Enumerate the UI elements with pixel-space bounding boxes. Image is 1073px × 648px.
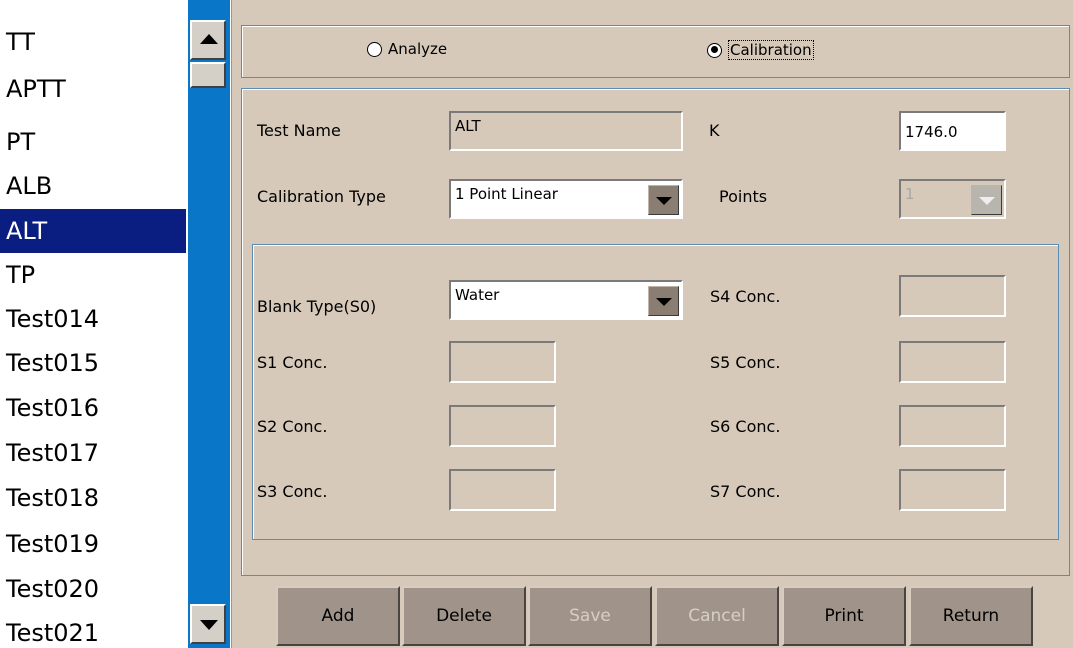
arrow-down-icon: [200, 620, 218, 630]
list-item-aptt[interactable]: APTT: [0, 67, 186, 111]
test-name-field: ALT: [449, 111, 683, 151]
radio-checked-icon: [707, 42, 722, 58]
list-item-test016[interactable]: Test016: [0, 386, 186, 430]
blank-type-select[interactable]: Water: [449, 280, 683, 320]
scroll-down-button[interactable]: [190, 604, 226, 644]
calibration-radio[interactable]: Calibration: [707, 40, 814, 60]
standards-panel: Blank Type(S0) Water S1 Conc. S2 Conc. S…: [252, 244, 1059, 540]
k-input[interactable]: 1746.0: [899, 111, 1006, 151]
list-scrollbar[interactable]: [188, 0, 230, 648]
list-item-tp[interactable]: TP: [0, 253, 186, 297]
points-value: 1: [905, 185, 915, 203]
k-label: K: [709, 121, 720, 140]
points-select: 1: [899, 179, 1006, 219]
dropdown-arrow-icon[interactable]: [648, 185, 679, 215]
s4-conc-input[interactable]: [899, 275, 1006, 317]
save-button[interactable]: Save: [528, 586, 652, 646]
analyze-radio[interactable]: Analyze: [367, 40, 447, 58]
scrollbar-thumb[interactable]: [190, 62, 226, 88]
points-label: Points: [719, 187, 768, 206]
list-item-test021[interactable]: Test021: [0, 611, 186, 648]
list-item-tt[interactable]: TT: [0, 20, 186, 64]
scroll-up-button[interactable]: [190, 20, 226, 60]
cancel-button[interactable]: Cancel: [655, 586, 779, 646]
calibration-type-select[interactable]: 1 Point Linear: [449, 179, 683, 219]
s1-conc-input[interactable]: [449, 341, 556, 383]
list-item-alb[interactable]: ALB: [0, 164, 186, 208]
mode-panel: Analyze Calibration: [241, 25, 1070, 78]
s2-conc-input[interactable]: [449, 405, 556, 447]
s5-conc-input[interactable]: [899, 341, 1006, 383]
list-item-test017[interactable]: Test017: [0, 431, 186, 475]
print-button[interactable]: Print: [782, 586, 906, 646]
arrow-up-icon: [200, 34, 218, 44]
test-name-label: Test Name: [257, 121, 341, 140]
calibration-type-value: 1 Point Linear: [455, 185, 558, 203]
s6-conc-input[interactable]: [899, 405, 1006, 447]
add-button[interactable]: Add: [276, 586, 400, 646]
s2-conc-label: S2 Conc.: [257, 417, 328, 436]
list-item-test018[interactable]: Test018: [0, 476, 186, 520]
dropdown-arrow-icon[interactable]: [648, 286, 679, 316]
list-item-test019[interactable]: Test019: [0, 522, 186, 566]
analyze-radio-label: Analyze: [388, 40, 448, 58]
s5-conc-label: S5 Conc.: [710, 353, 781, 372]
list-item-alt-selected[interactable]: ALT: [0, 209, 186, 253]
s7-conc-input[interactable]: [899, 469, 1006, 511]
list-item-pt[interactable]: PT: [0, 120, 186, 164]
blank-type-label: Blank Type(S0): [257, 297, 377, 316]
dropdown-arrow-icon: [971, 185, 1002, 215]
test-list: TT APTT PT ALB ALT TP Test014 Test015 Te…: [0, 0, 186, 648]
s7-conc-label: S7 Conc.: [710, 482, 781, 501]
calibration-type-label: Calibration Type: [257, 187, 386, 206]
return-button[interactable]: Return: [909, 586, 1033, 646]
blank-type-value: Water: [455, 286, 500, 304]
test-list-panel: TT APTT PT ALB ALT TP Test014 Test015 Te…: [0, 0, 232, 648]
s1-conc-label: S1 Conc.: [257, 353, 328, 372]
radio-unchecked-icon: [367, 41, 382, 57]
calibration-form-panel: Test Name ALT K 1746.0 Calibration Type …: [241, 88, 1070, 576]
s3-conc-input[interactable]: [449, 469, 556, 511]
list-item-test020[interactable]: Test020: [0, 567, 186, 611]
s4-conc-label: S4 Conc.: [710, 287, 781, 306]
s6-conc-label: S6 Conc.: [710, 417, 781, 436]
calibration-radio-label: Calibration: [728, 40, 814, 60]
delete-button[interactable]: Delete: [402, 586, 526, 646]
s3-conc-label: S3 Conc.: [257, 482, 328, 501]
list-item-test014[interactable]: Test014: [0, 297, 186, 341]
list-item-test015[interactable]: Test015: [0, 341, 186, 385]
